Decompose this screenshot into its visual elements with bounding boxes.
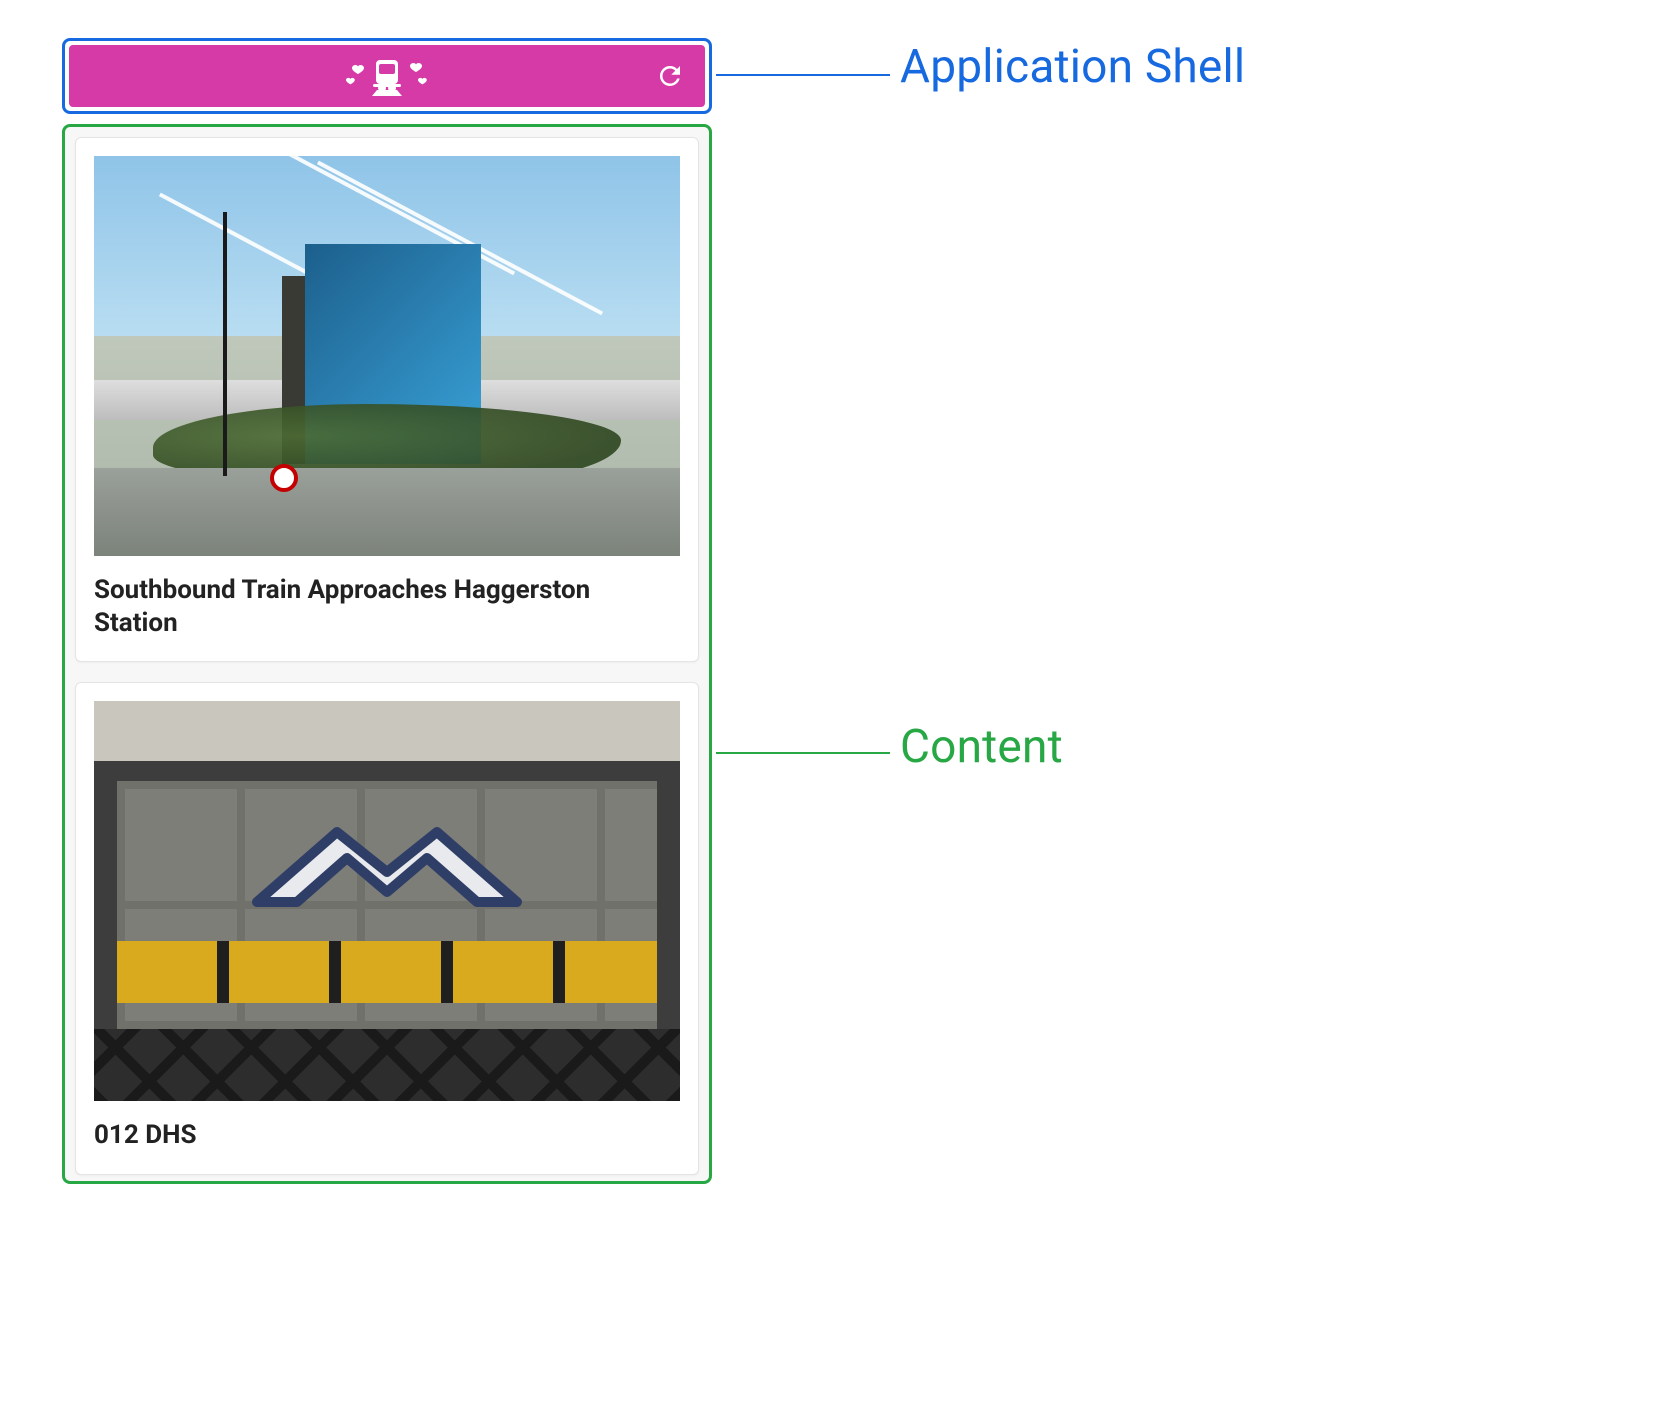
annotation-content-label: Content [900,720,1063,774]
rail-logo-icon [227,792,547,946]
content-region: Southbound Train Approaches Haggerston S… [62,124,712,1184]
card-image [94,701,680,1101]
card-image [94,156,680,556]
app-header [69,45,705,107]
card-title: 012 DHS [94,1119,680,1152]
application-shell-region [62,38,712,114]
refresh-icon[interactable] [655,61,685,91]
content-card[interactable]: 012 DHS [75,682,699,1175]
annotation-leader-line [716,74,890,76]
annotation-leader-line [716,752,890,754]
card-title: Southbound Train Approaches Haggerston S… [94,574,680,639]
train-hearts-icon [344,54,430,98]
content-card[interactable]: Southbound Train Approaches Haggerston S… [75,137,699,662]
annotation-shell-label: Application Shell [900,40,1245,94]
